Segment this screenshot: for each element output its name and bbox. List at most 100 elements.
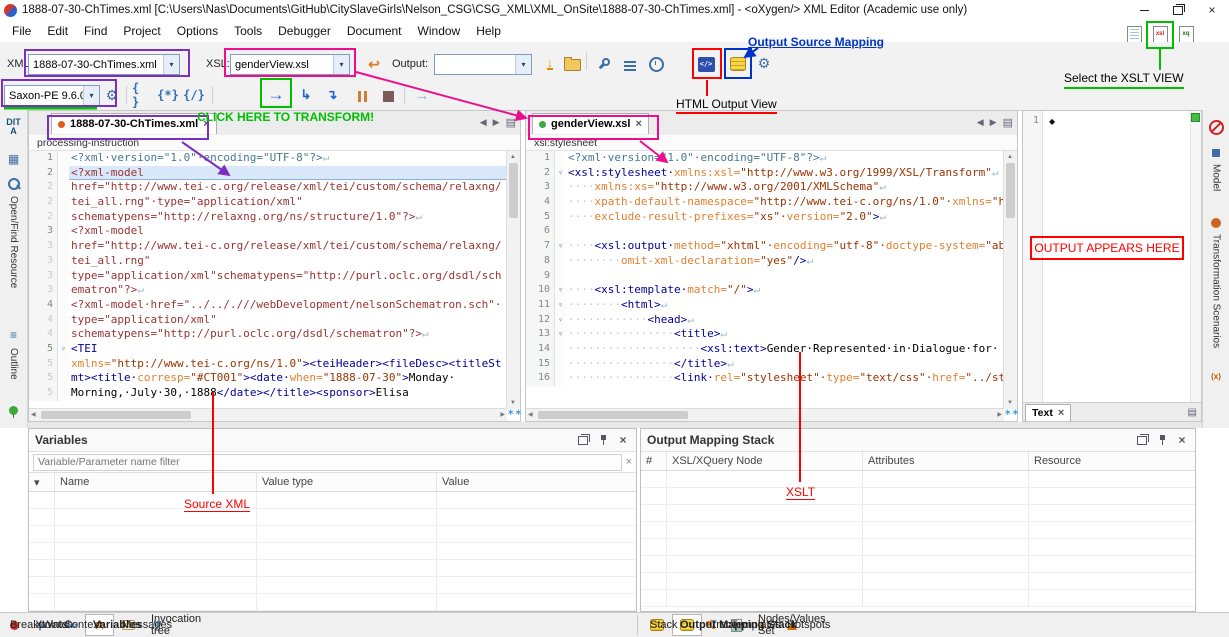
scroll-left-icon[interactable]: ◀: [528, 409, 533, 421]
column-header-xsl-xquery-node[interactable]: XSL/XQuery Node: [667, 452, 863, 470]
code-line[interactable]: 2href="http://www.tei-c.org/release/xml/…: [29, 180, 507, 195]
table-row[interactable]: [641, 488, 1195, 505]
code-line[interactable]: 5▿<TEI: [29, 342, 507, 357]
line-number[interactable]: 2: [526, 166, 555, 181]
code-line[interactable]: 5mt><title·corresp="#CT001"><date·when="…: [29, 371, 507, 386]
nav-forward-icon[interactable]: ▶: [990, 117, 997, 128]
vertical-scrollbar[interactable]: ▲ ▼: [1003, 151, 1017, 409]
code-line[interactable]: 1<?xml·version="1.0"·encoding="UTF-8"?>↵: [526, 151, 1004, 166]
close-icon[interactable]: ×: [1058, 408, 1064, 418]
editor-perspective-button[interactable]: [1124, 24, 1144, 44]
table-row[interactable]: [641, 556, 1195, 573]
pin-panel-button[interactable]: [1155, 433, 1169, 447]
chevron-down-icon[interactable]: ▾: [163, 55, 179, 74]
line-number[interactable]: 10: [526, 283, 555, 298]
configure-transformation-button[interactable]: [593, 54, 613, 74]
table-row[interactable]: [29, 526, 636, 543]
table-row[interactable]: [29, 509, 636, 526]
profiler-button[interactable]: [646, 54, 666, 74]
table-row[interactable]: [29, 543, 636, 560]
transformation-view-button[interactable]: [1203, 218, 1229, 228]
code-line[interactable]: 4schematypens="http://purl.oclc.org/dsdl…: [29, 327, 507, 342]
xml-source-combo[interactable]: 1888-07-30-ChTimes.xml ▾: [28, 54, 180, 75]
engine-settings-button[interactable]: ⚙: [102, 85, 122, 105]
output-combo[interactable]: ▾: [434, 54, 532, 75]
code-line[interactable]: 4<?xml-model·href="../.././//webDevelopm…: [29, 298, 507, 313]
line-number[interactable]: 4: [526, 195, 555, 210]
code-line[interactable]: 12▿············<head>↵: [526, 313, 1004, 328]
line-number[interactable]: 8: [526, 254, 555, 269]
outline-tab[interactable]: Outline: [0, 348, 27, 380]
sync-scroll-icon[interactable]: ∗∗: [507, 409, 520, 421]
close-icon[interactable]: ×: [635, 119, 641, 129]
line-number[interactable]: 4: [29, 327, 58, 342]
minimize-button[interactable]: [1127, 1, 1161, 19]
scrollbar-thumb[interactable]: [41, 411, 191, 419]
column-header-attributes[interactable]: Attributes: [863, 452, 1029, 470]
line-number[interactable]: 6: [526, 224, 555, 239]
code-line[interactable]: 1<?xml·version="1.0"·encoding="UTF-8"?>↵: [29, 151, 507, 166]
fold-toggle[interactable]: ▿: [58, 342, 69, 357]
line-number[interactable]: 4: [29, 313, 58, 328]
clear-filter-icon[interactable]: ×: [626, 456, 632, 468]
settings-button[interactable]: ⚙: [754, 53, 774, 73]
line-number[interactable]: 2: [29, 166, 58, 181]
chevron-down-icon[interactable]: ▾: [515, 55, 531, 74]
menu-item-tools[interactable]: Tools: [226, 22, 270, 40]
table-row[interactable]: [641, 590, 1195, 607]
xquery-debugger-perspective-button[interactable]: xq: [1176, 24, 1196, 44]
line-number[interactable]: 3: [29, 269, 58, 284]
breadcrumb-item[interactable]: xsl:stylesheet: [534, 137, 597, 149]
validation-off-button[interactable]: [1203, 120, 1229, 135]
open-output-folder-button[interactable]: [562, 55, 582, 75]
fold-toggle[interactable]: ▿: [555, 166, 566, 181]
horizontal-scrollbar[interactable]: ◀ ▶: [526, 408, 1004, 421]
vertical-scrollbar[interactable]: ▲ ▼: [506, 151, 520, 409]
float-panel-button[interactable]: [576, 433, 590, 447]
swap-source-button[interactable]: ↩: [364, 54, 384, 74]
output-mapping-button[interactable]: [728, 54, 748, 74]
line-number[interactable]: 13: [526, 327, 555, 342]
breadcrumb-item[interactable]: processing-instruction: [37, 137, 139, 149]
scroll-left-icon[interactable]: ◀: [31, 409, 36, 421]
line-number[interactable]: 16: [526, 371, 555, 386]
xslt-debugger-perspective-button[interactable]: xsl: [1150, 24, 1170, 44]
menu-item-project[interactable]: Project: [115, 22, 168, 40]
output-overview-ruler[interactable]: [1190, 111, 1201, 403]
xpath-view-button[interactable]: (x): [1203, 372, 1229, 381]
menu-item-edit[interactable]: Edit: [39, 22, 76, 40]
code-line[interactable]: 2schematypens="http://relaxng.org/ns/str…: [29, 210, 507, 225]
save-output-button[interactable]: ↓: [540, 54, 560, 74]
line-number[interactable]: 1: [526, 151, 555, 166]
project-tree-button[interactable]: [0, 406, 27, 415]
nav-back-icon[interactable]: ◀: [977, 117, 984, 128]
line-number[interactable]: 4: [29, 298, 58, 313]
code-line[interactable]: 8········omit-xml-declaration="yes"/>↵: [526, 254, 1004, 269]
line-number[interactable]: 3: [29, 239, 58, 254]
code-line[interactable]: 3tei_all.rng": [29, 254, 507, 269]
code-line[interactable]: 3ematron"?>↵: [29, 283, 507, 298]
table-row[interactable]: [641, 539, 1195, 556]
step-filters-button[interactable]: [620, 56, 640, 76]
line-number[interactable]: 5: [29, 386, 58, 401]
code-line[interactable]: 16················<link·rel="stylesheet"…: [526, 371, 1004, 386]
grid-view-button[interactable]: ▦: [0, 152, 27, 166]
grid-view-icon[interactable]: ▤: [1188, 407, 1197, 418]
menu-item-find[interactable]: Find: [76, 22, 115, 40]
open-find-resource-button[interactable]: [0, 178, 27, 190]
close-icon[interactable]: ×: [203, 119, 209, 129]
code-line[interactable]: 5Morning,·July·30,·1888</date></title><s…: [29, 386, 507, 401]
scroll-right-icon[interactable]: ▶: [997, 409, 1002, 421]
menu-item-options[interactable]: Options: [169, 22, 226, 40]
code-line[interactable]: 10▿····<xsl:template·match="/">↵: [526, 283, 1004, 298]
nav-back-icon[interactable]: ◀: [480, 117, 487, 128]
scrollbar-thumb[interactable]: [1006, 163, 1015, 218]
line-number[interactable]: 5: [29, 357, 58, 372]
table-row[interactable]: [641, 471, 1195, 488]
line-number[interactable]: 14: [526, 342, 555, 357]
column-header--[interactable]: #: [641, 452, 667, 470]
menu-item-file[interactable]: File: [4, 22, 39, 40]
pin-panel-button[interactable]: [596, 433, 610, 447]
scrollbar-thumb[interactable]: [538, 411, 688, 419]
open-find-resource-tab[interactable]: Open/Find Resource: [0, 196, 27, 288]
